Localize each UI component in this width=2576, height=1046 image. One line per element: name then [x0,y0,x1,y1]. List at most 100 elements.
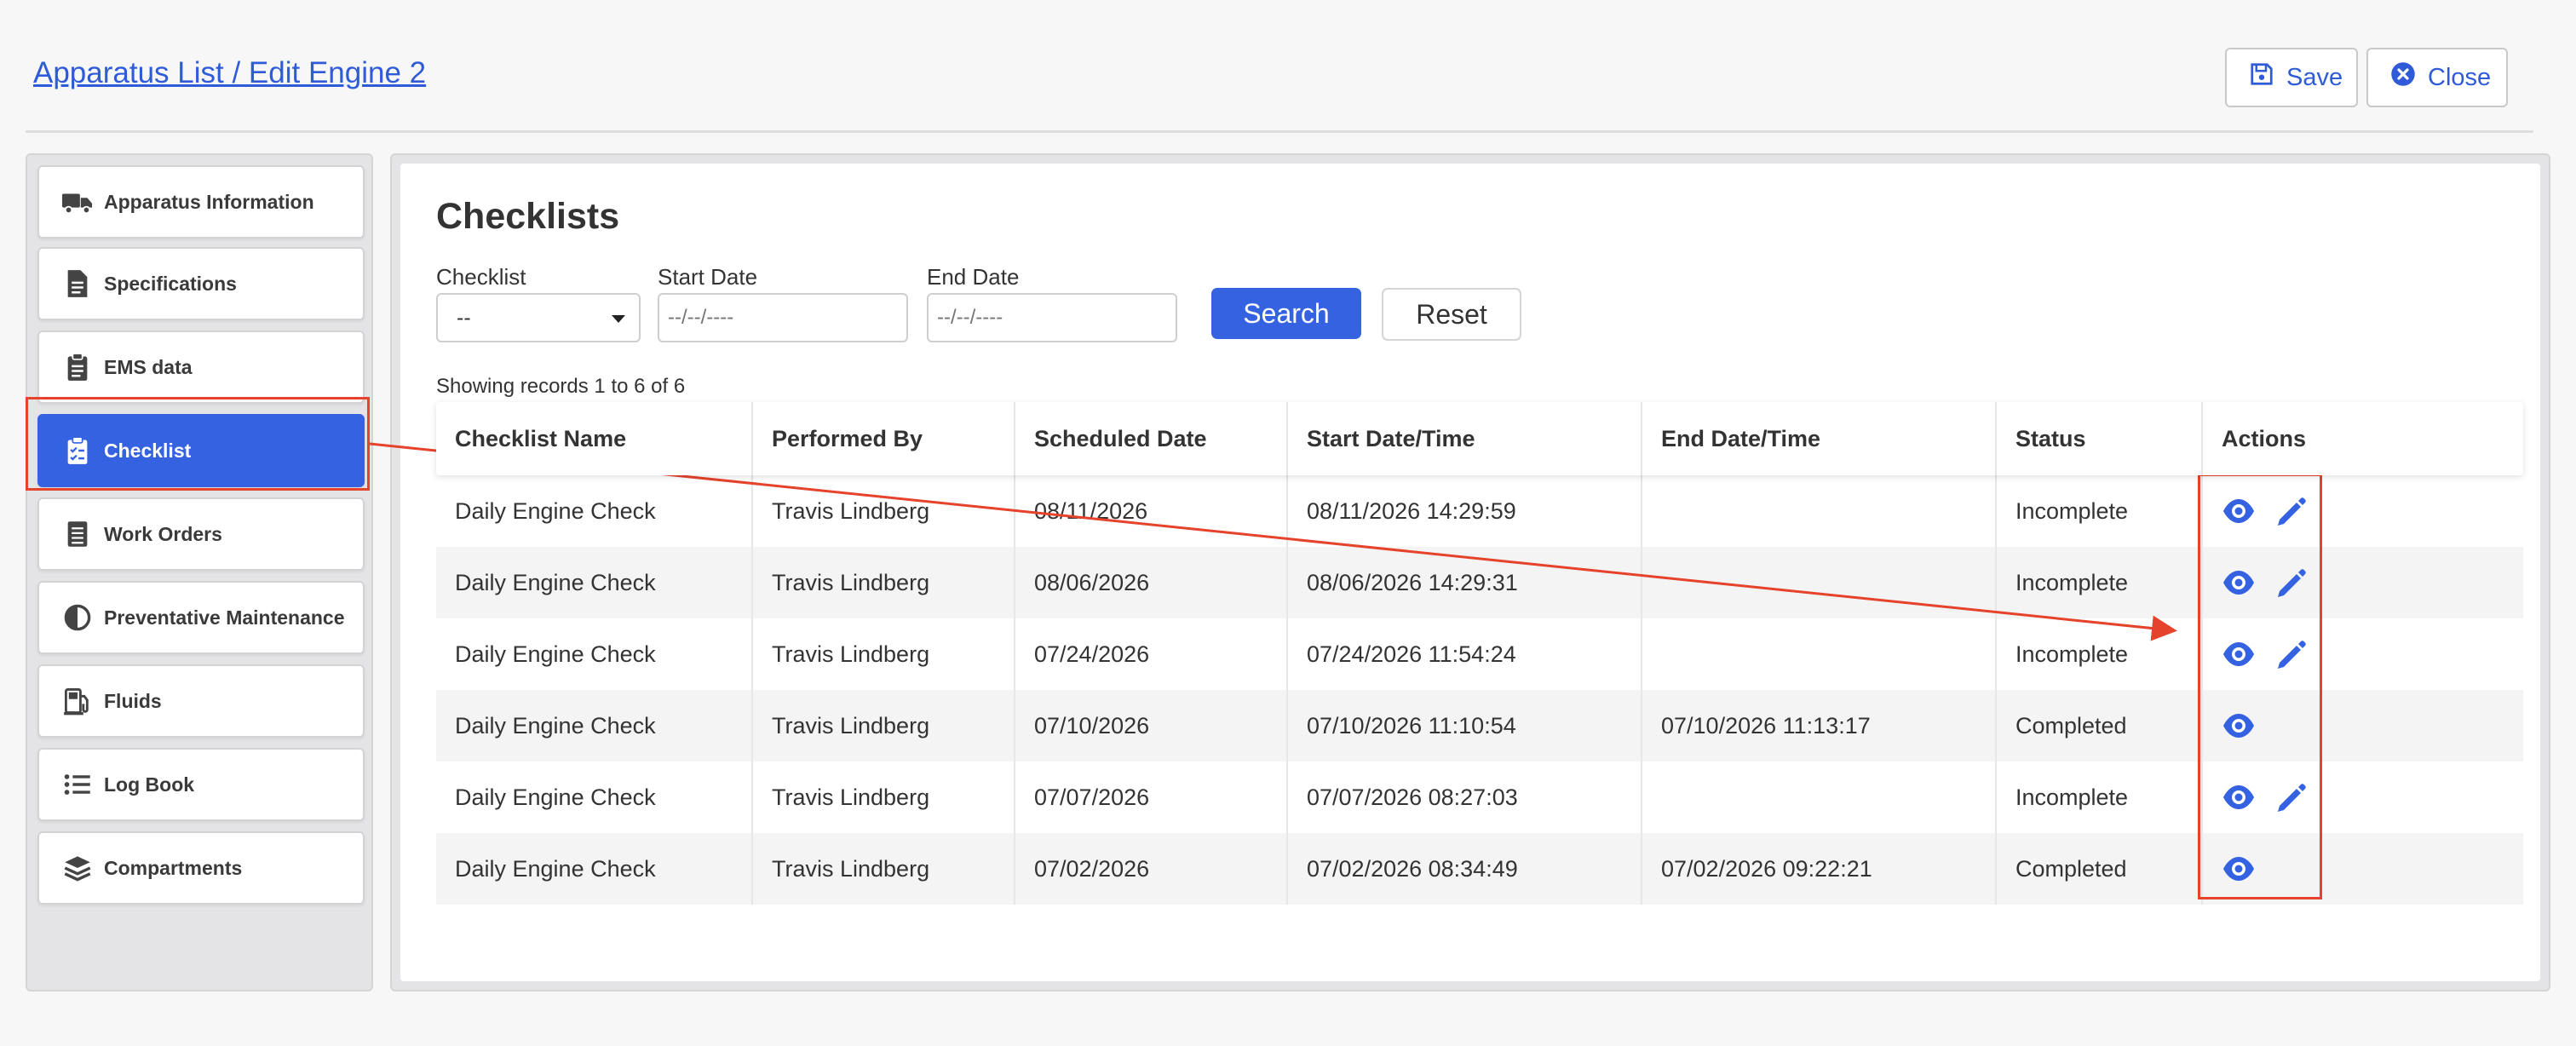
edit-pencil-icon[interactable] [2274,637,2309,671]
cell-actions [2203,618,2523,690]
close-button[interactable]: Close [2366,48,2508,107]
cell-start-datetime: 07/07/2026 08:27:03 [1288,762,1642,833]
column-header[interactable]: Checklist Name [436,402,753,475]
close-circle-icon [2390,61,2416,94]
cell-end-datetime: 07/02/2026 09:22:21 [1642,833,1997,905]
sidebar-item-label: Work Orders [104,522,222,545]
table-row: Daily Engine Check Travis Lindberg 07/24/2… [436,618,2523,690]
sidebar-item-fluids[interactable]: Fluids [37,664,365,738]
sidebar-item-preventative-maintenance[interactable]: Preventative Maintenance [37,581,365,654]
list-icon [61,770,94,799]
reset-button[interactable]: Reset [1382,288,1521,341]
checklist-select[interactable]: -- [436,293,641,342]
cell-checklist-name: Daily Engine Check [436,690,753,762]
cell-start-datetime: 07/10/2026 11:10:54 [1288,690,1642,762]
view-eye-icon[interactable] [2222,709,2256,743]
main-content: Checklists Checklist -- Start Date End D… [400,164,2540,981]
sidebar-item-apparatus-information[interactable]: Apparatus Information [37,165,365,239]
sidebar-item-label: Checklist [104,439,192,462]
cell-status: Incomplete [1997,547,2203,618]
cell-performed-by: Travis Lindberg [753,690,1015,762]
cell-status: Completed [1997,690,2203,762]
start-date-input[interactable] [658,293,908,342]
caret-down-icon [612,315,625,323]
column-header[interactable]: End Date/Time [1642,402,1997,475]
search-button[interactable]: Search [1211,288,1361,339]
sidebar: Apparatus Information Specifications EMS… [26,153,373,991]
column-header[interactable]: Performed By [753,402,1015,475]
save-icon [2249,61,2274,94]
clipboard-icon [61,353,94,382]
sidebar-item-label: Fluids [104,689,162,712]
cell-checklist-name: Daily Engine Check [436,547,753,618]
edit-pencil-icon[interactable] [2274,780,2309,814]
edit-pencil-icon[interactable] [2274,566,2309,600]
sidebar-item-ems-data[interactable]: EMS data [37,330,365,404]
table-row: Daily Engine Check Travis Lindberg 07/02/2… [436,833,2523,905]
save-label: Save [2286,63,2343,91]
cell-actions [2203,762,2523,833]
sidebar-item-log-book[interactable]: Log Book [37,748,365,821]
cell-end-datetime [1642,475,1997,547]
cell-scheduled-date: 08/06/2026 [1015,547,1288,618]
cell-scheduled-date: 07/10/2026 [1015,690,1288,762]
checklist-filter-label: Checklist [436,264,526,290]
cell-start-datetime: 08/11/2026 14:29:59 [1288,475,1642,547]
sidebar-item-label: Preventative Maintenance [104,606,345,629]
end-date-input[interactable] [927,293,1177,342]
sidebar-item-specifications[interactable]: Specifications [37,247,365,320]
sidebar-item-label: Specifications [104,272,237,295]
cell-end-datetime [1642,618,1997,690]
sidebar-item-compartments[interactable]: Compartments [37,831,365,905]
column-header: Actions [2222,425,2307,451]
cell-actions [2203,475,2523,547]
cell-performed-by: Travis Lindberg [753,475,1015,547]
cell-start-datetime: 07/24/2026 11:54:24 [1288,618,1642,690]
end-date-label: End Date [927,264,1020,290]
cell-status: Incomplete [1997,618,2203,690]
table-header: Checklist Name Performed By Scheduled Da… [436,402,2523,475]
sidebar-item-checklist[interactable]: Checklist [37,414,365,487]
cell-checklist-name: Daily Engine Check [436,762,753,833]
cell-actions [2203,690,2523,762]
cell-checklist-name: Daily Engine Check [436,833,753,905]
column-header[interactable]: Scheduled Date [1015,402,1288,475]
cell-checklist-name: Daily Engine Check [436,475,753,547]
view-eye-icon[interactable] [2222,637,2256,671]
cell-status: Completed [1997,833,2203,905]
sidebar-item-label: Log Book [104,773,195,796]
checklist-icon [61,436,94,465]
cell-end-datetime: 07/10/2026 11:13:17 [1642,690,1997,762]
layers-icon [61,853,94,882]
close-label: Close [2428,63,2492,91]
start-date-label: Start Date [658,264,758,290]
cell-scheduled-date: 07/24/2026 [1015,618,1288,690]
main-panel: Checklists Checklist -- Start Date End D… [390,153,2550,991]
column-header[interactable]: Status [1997,402,2203,475]
table-row: Daily Engine Check Travis Lindberg 07/10/2… [436,690,2523,762]
save-button[interactable]: Save [2225,48,2358,107]
checklist-select-value: -- [457,305,471,330]
cell-performed-by: Travis Lindberg [753,618,1015,690]
cell-actions [2203,833,2523,905]
table-row: Daily Engine Check Travis Lindberg 08/06/2… [436,547,2523,618]
view-eye-icon[interactable] [2222,852,2256,886]
view-eye-icon[interactable] [2222,780,2256,814]
breadcrumb[interactable]: Apparatus List / Edit Engine 2 [33,56,426,90]
cell-scheduled-date: 08/11/2026 [1015,475,1288,547]
table-body: Daily Engine Check Travis Lindberg 08/11/2… [436,475,2523,905]
cell-start-datetime: 07/02/2026 08:34:49 [1288,833,1642,905]
sidebar-item-label: Compartments [104,856,243,879]
table-row: Daily Engine Check Travis Lindberg 08/11/2… [436,475,2523,547]
fuel-pump-icon [61,687,94,716]
view-eye-icon[interactable] [2222,494,2256,528]
cell-performed-by: Travis Lindberg [753,547,1015,618]
cell-actions [2203,547,2523,618]
cell-scheduled-date: 07/02/2026 [1015,833,1288,905]
edit-pencil-icon[interactable] [2274,494,2309,528]
view-eye-icon[interactable] [2222,566,2256,600]
sidebar-item-work-orders[interactable]: Work Orders [37,497,365,571]
half-circle-icon [61,603,94,632]
column-header[interactable]: Start Date/Time [1288,402,1642,475]
cell-performed-by: Travis Lindberg [753,833,1015,905]
